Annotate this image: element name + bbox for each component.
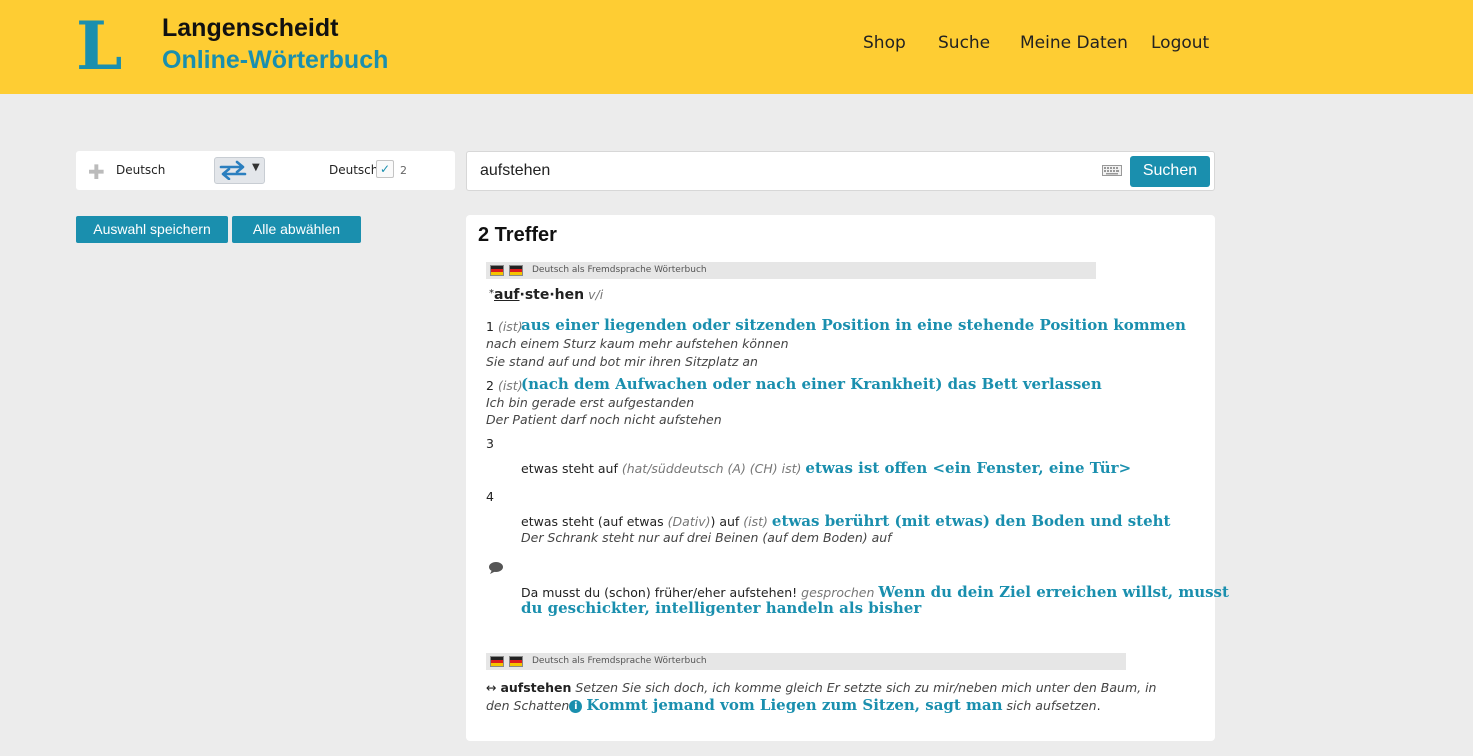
sense-2: 2 (ist) — [486, 378, 523, 393]
idiom-phrase: Da musst du (schon) früher/eher aufstehe… — [521, 585, 798, 600]
sense-number: 3 — [486, 436, 494, 451]
search-box: Suchen — [466, 151, 1215, 191]
sense-4: etwas steht (auf etwas (Dativ)) auf (ist… — [521, 512, 1170, 530]
deselect-all-button[interactable]: Alle abwählen — [232, 216, 361, 243]
brand-name[interactable]: Langenscheidt — [162, 14, 338, 43]
headword-rest[interactable]: ·ste·hen — [520, 287, 585, 303]
header: L Langenscheidt Online-Wörterbuch Shop S… — [0, 0, 1473, 94]
dictionary-source-bar: Deutsch als Fremdsprache Wörterbuch — [486, 262, 1096, 279]
results-title: 2 Treffer — [478, 224, 557, 246]
entry2-definition: Kommt jemand vom Liegen zum Sitzen, sagt… — [586, 696, 1003, 714]
idiom-definition: Wenn du dein Ziel erreichen willst, muss… — [878, 583, 1229, 601]
dictionary-source: Deutsch als Fremdsprache Wörterbuch — [532, 656, 707, 666]
target-language[interactable]: Deutsch — [329, 163, 378, 177]
sense-example: nach einem Sturz kaum mehr aufstehen kön… — [486, 336, 789, 351]
sense-number: 2 — [486, 378, 494, 393]
sense-number: 1 — [486, 319, 494, 334]
source-language[interactable]: Deutsch — [116, 163, 165, 177]
search-button[interactable]: Suchen — [1130, 156, 1210, 187]
sense-phrase: etwas steht (auf etwas — [521, 514, 668, 529]
results-panel: 2 Treffer Deutsch als Fremdsprache Wörte… — [466, 215, 1229, 741]
sense-grammar: (ist) — [497, 319, 523, 334]
idiom-definition-continued: du geschickter, intelligenter handeln al… — [521, 599, 922, 617]
sense-definition: aus einer liegenden oder sitzenden Posit… — [521, 316, 1186, 334]
checkmark-icon: ✓ — [379, 162, 391, 176]
dictionary-count: 2 — [400, 164, 407, 177]
german-flag-icon — [490, 656, 504, 667]
nav-meine-daten[interactable]: Meine Daten — [1020, 33, 1128, 53]
entry2-line2: den Schatten i Kommt jemand vom Liegen zu… — [486, 696, 1101, 714]
info-icon[interactable]: i — [569, 700, 583, 713]
dictionary-checkbox[interactable]: ✓ — [376, 160, 394, 178]
sense-example: Der Patient darf noch nicht aufstehen — [486, 412, 722, 427]
sense-definition: etwas ist offen <ein Fenster, eine Tür> — [805, 459, 1132, 477]
sense-grammar: (ist) — [743, 514, 768, 529]
swap-languages-button[interactable]: ▼ — [214, 157, 265, 184]
sense-example: Ich bin gerade erst aufgestanden — [486, 395, 695, 410]
german-flag-icon — [509, 265, 523, 276]
keyboard-icon[interactable] — [1102, 165, 1122, 176]
german-flag-icon — [509, 656, 523, 667]
entry2-line1: ↔ aufstehen Setzen Sie sich doch, ich ko… — [486, 680, 1156, 695]
sense-grammar: (hat/süddeutsch (A) (CH) ist) — [621, 461, 802, 476]
nav-suche[interactable]: Suche — [938, 33, 990, 53]
nav-logout[interactable]: Logout — [1151, 33, 1209, 53]
sense-example: Sie stand auf und bot mir ihren Sitzplat… — [486, 354, 758, 369]
entry2-example: Setzen Sie sich doch, ich komme gleich E… — [575, 680, 1157, 695]
idiom-register: gesprochen — [801, 585, 875, 600]
bidirectional-arrow-icon: ↔ — [486, 680, 497, 695]
sense-definition: (nach dem Aufwachen oder nach einer Kran… — [521, 375, 1102, 393]
langenscheidt-logo-icon[interactable]: L — [76, 13, 122, 79]
add-language-icon[interactable]: ✚ — [88, 160, 105, 184]
swap-arrows-icon — [219, 160, 247, 180]
sense-3: etwas steht auf (hat/süddeutsch (A) (CH)… — [521, 459, 1131, 477]
dictionary-source-bar: Deutsch als Fremdsprache Wörterbuch — [486, 653, 1126, 670]
nav-shop[interactable]: Shop — [863, 33, 906, 53]
entry2-note: sich aufsetzen — [1006, 698, 1097, 713]
search-input[interactable] — [480, 160, 1080, 182]
chevron-down-icon[interactable]: ▼ — [252, 162, 260, 173]
sense-definition: etwas berührt (mit etwas) den Boden und … — [771, 512, 1171, 530]
part-of-speech: v/i — [588, 287, 604, 302]
german-flag-icon — [490, 265, 504, 276]
sense-phrase: etwas steht auf — [521, 461, 618, 476]
sense-1: 1 (ist) — [486, 319, 523, 334]
entry2-example-end: den Schatten — [486, 698, 570, 713]
speech-bubble-icon — [489, 562, 503, 574]
headword: *auf·ste·hen v/i — [489, 287, 603, 303]
dictionary-source: Deutsch als Fremdsprache Wörterbuch — [532, 265, 707, 275]
sense-example: Der Schrank steht nur auf drei Beinen (a… — [521, 530, 892, 545]
sense-phrase-grammar: (Dativ) — [667, 514, 711, 529]
entry2-end: . — [1096, 698, 1101, 713]
language-selector: ✚ Deutsch ▼ Deutsch ✓ 2 — [76, 151, 455, 190]
product-name[interactable]: Online-Wörterbuch — [162, 46, 388, 75]
entry2-headword[interactable]: aufstehen — [500, 680, 571, 695]
sense-grammar: (ist) — [497, 378, 523, 393]
sense-number: 4 — [486, 489, 494, 504]
sense-phrase-end: ) auf — [710, 514, 740, 529]
headword-stressed[interactable]: auf — [494, 287, 520, 303]
save-selection-button[interactable]: Auswahl speichern — [76, 216, 228, 243]
